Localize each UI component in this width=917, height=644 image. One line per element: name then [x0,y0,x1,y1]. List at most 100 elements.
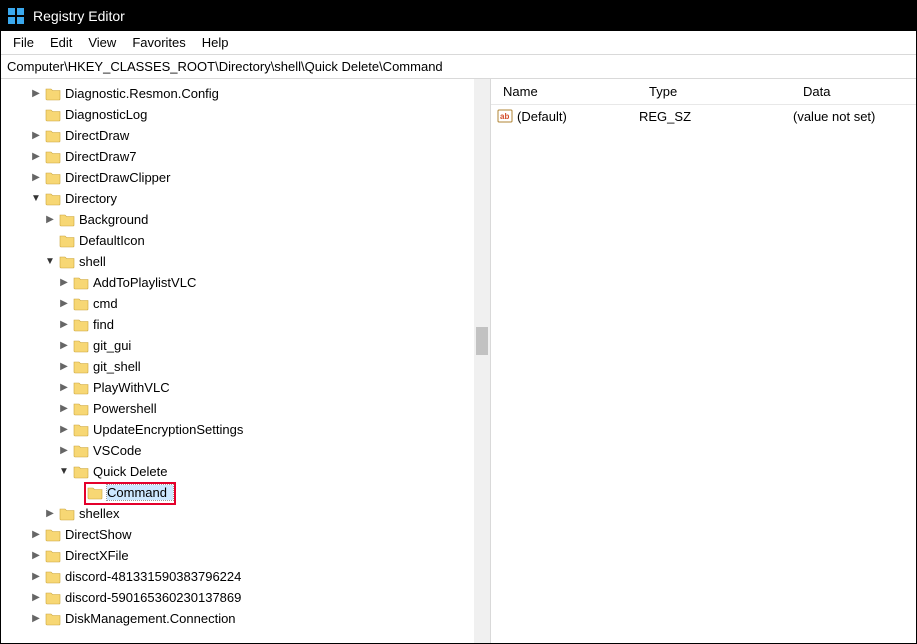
tree-node-label: DiskManagement.Connection [65,611,242,626]
expander-icon[interactable]: ▶ [57,339,71,353]
address-bar[interactable]: Computer\HKEY_CLASSES_ROOT\Directory\she… [1,55,916,79]
folder-icon [45,150,61,164]
tree-node[interactable]: ▶ cmd [1,293,474,314]
folder-icon [73,423,89,437]
col-header-name[interactable]: Name [495,84,641,99]
folder-icon [59,213,75,227]
tree-node[interactable]: ▶ UpdateEncryptionSettings [1,419,474,440]
tree-node[interactable]: ▶DirectDraw7 [1,146,474,167]
expander-icon[interactable]: ▶ [57,318,71,332]
tree-node[interactable]: ▶ VSCode [1,440,474,461]
folder-icon [45,612,61,626]
tree-node-label: Powershell [93,401,163,416]
window-title: Registry Editor [33,8,125,24]
tree-node-label: UpdateEncryptionSettings [93,422,249,437]
folder-icon [73,297,89,311]
menu-file[interactable]: File [5,33,42,52]
expander-icon[interactable]: ▶ [57,381,71,395]
tree-node[interactable]: ▶ git_shell [1,356,474,377]
list-row[interactable]: ab (Default) REG_SZ (value not set) [491,105,916,127]
tree-node-label: shell [79,254,112,269]
expander-icon[interactable]: ▶ [29,87,43,101]
tree-node[interactable]: ▶ Powershell [1,398,474,419]
tree-node[interactable]: ▶ Background [1,209,474,230]
expander-icon[interactable]: ▶ [43,213,57,227]
col-header-data[interactable]: Data [795,84,916,99]
main-area: ▶Diagnostic.Resmon.ConfigDiagnosticLog▶D… [1,79,916,643]
tree-node[interactable]: DiagnosticLog [1,104,474,125]
expander-icon[interactable]: ▶ [57,444,71,458]
tree-node[interactable]: ▶PlayWithVLC [1,377,474,398]
expander-icon[interactable]: ▶ [29,591,43,605]
expander-icon[interactable]: ▶ [57,297,71,311]
folder-icon [73,381,89,395]
expander-icon[interactable]: ▶ [29,549,43,563]
scroll-thumb[interactable] [476,327,488,355]
col-header-type[interactable]: Type [641,84,795,99]
folder-icon [45,570,61,584]
expander-icon[interactable]: ▶ [57,402,71,416]
regedit-icon [7,7,25,25]
folder-icon [45,549,61,563]
tree-node[interactable]: ▶git_gui [1,335,474,356]
folder-icon [73,444,89,458]
tree-node[interactable]: ▶ DirectDraw [1,125,474,146]
tree-node-label: discord-590165360230137869 [65,590,247,605]
value-data: (value not set) [793,109,916,124]
value-type: REG_SZ [639,109,793,124]
tree-node-label: DirectShow [65,527,137,542]
value-name: (Default) [517,109,639,124]
tree-node-label: VSCode [93,443,147,458]
tree-node-label: find [93,317,120,332]
expander-icon[interactable]: ▶ [57,360,71,374]
expander-icon[interactable]: ▶ [43,507,57,521]
string-value-icon: ab [497,108,513,124]
tree-node[interactable]: ▶ DirectShow [1,524,474,545]
titlebar[interactable]: Registry Editor [1,1,916,31]
menu-help[interactable]: Help [194,33,237,52]
tree-scrollbar[interactable] [474,79,490,643]
expander-icon[interactable]: ▶ [29,528,43,542]
tree-node[interactable]: ▶discord-481331590383796224 [1,566,474,587]
menu-favorites[interactable]: Favorites [124,33,193,52]
expander-icon[interactable]: ▶ [29,570,43,584]
expander-icon[interactable]: ▶ [29,150,43,164]
expander-icon[interactable]: ▶ [29,612,43,626]
tree-node-label: Command [107,485,173,500]
folder-icon [45,108,61,122]
expander-icon[interactable]: ▶ [29,171,43,185]
tree-node[interactable]: ▼ Quick Delete [1,461,474,482]
tree-scroll[interactable]: ▶Diagnostic.Resmon.ConfigDiagnosticLog▶D… [1,79,474,643]
folder-icon [45,528,61,542]
value-list-pane: Name Type Data ab (Default) REG_SZ (valu… [491,79,916,643]
tree-node[interactable]: ▼ shell [1,251,474,272]
menu-edit[interactable]: Edit [42,33,80,52]
expander-icon[interactable]: ▶ [57,423,71,437]
expander-icon[interactable]: ▼ [43,255,57,269]
tree-node-label: git_shell [93,359,147,374]
tree-node-label: cmd [93,296,124,311]
tree-node[interactable]: ▶ find [1,314,474,335]
tree-node[interactable]: ▶ discord-590165360230137869 [1,587,474,608]
folder-icon [73,402,89,416]
tree-node-label: Background [79,212,154,227]
tree-node-label: DirectDraw [65,128,135,143]
expander-icon[interactable]: ▼ [57,465,71,479]
tree-node[interactable]: ▶DirectDrawClipper [1,167,474,188]
expander-icon[interactable]: ▶ [57,276,71,290]
tree-node[interactable]: ▼Directory [1,188,474,209]
tree-node[interactable]: DefaultIcon [1,230,474,251]
menu-view[interactable]: View [80,33,124,52]
expander-icon[interactable]: ▼ [29,192,43,206]
tree-node[interactable]: ▶DirectXFile [1,545,474,566]
tree-node[interactable]: ▶ DiskManagement.Connection [1,608,474,629]
tree-node-label: Diagnostic.Resmon.Config [65,86,225,101]
expander-icon[interactable]: ▶ [29,129,43,143]
tree-node[interactable]: ▶AddToPlaylistVLC [1,272,474,293]
tree-node[interactable]: ▶ Diagnostic.Resmon.Config [1,83,474,104]
list-body: ab (Default) REG_SZ (value not set) [491,105,916,643]
tree-node-label: Quick Delete [93,464,173,479]
folder-icon [45,129,61,143]
tree-node[interactable]: Command [1,482,474,503]
tree-node[interactable]: ▶shellex [1,503,474,524]
